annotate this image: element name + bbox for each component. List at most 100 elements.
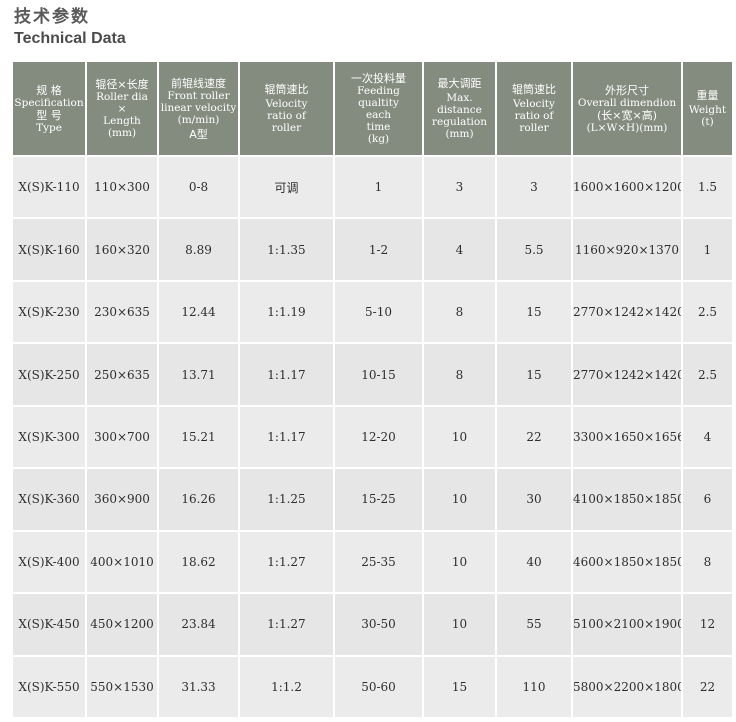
table-cell: 1:1.35 <box>238 217 335 282</box>
header-label: 一次投料量 <box>351 72 406 85</box>
header-label: linear velocity <box>160 101 237 114</box>
table-cell: 4600×1850×1850 <box>571 529 683 595</box>
table-cell: 1:1.27 <box>238 529 335 595</box>
table-cell: X(S)K-230 <box>11 279 87 345</box>
header-row: 规 格 Specification 型 号 Type 辊径×长度 Roller … <box>11 60 734 157</box>
header-label: (L×W×H)(mm) <box>586 121 668 134</box>
table-cell: 8 <box>422 342 497 407</box>
table-cell: X(S)K-360 <box>11 467 87 532</box>
table-cell: X(S)K-300 <box>11 404 87 470</box>
header-label: qualtity <box>358 97 399 109</box>
table-cell: X(S)K-110 <box>11 154 87 220</box>
technical-data-table: 规 格 Specification 型 号 Type 辊径×长度 Roller … <box>11 60 734 719</box>
table-cell: 12.44 <box>157 279 240 345</box>
header-label: (t) <box>701 116 714 128</box>
header-label: 前辊线速度 <box>171 76 226 90</box>
table-cell: 15 <box>495 342 573 407</box>
table-cell: 22 <box>495 404 573 470</box>
header-label: Velocity <box>265 98 308 110</box>
header-label: (mm) <box>445 128 474 140</box>
header-max-distance: 最大调距 Max. distance regulation (mm) <box>422 60 497 157</box>
table-cell: 15 <box>495 279 573 345</box>
table-cell: 2770×1242×1420 <box>571 342 683 407</box>
table-cell: 6 <box>681 467 734 532</box>
table-cell: 5-10 <box>333 279 424 345</box>
table-cell: 1 <box>333 154 424 220</box>
table-cell: 2.5 <box>681 342 734 407</box>
table-row: X(S)K-300 300×700 15.21 1:1.17 12-20 10 22 3300… <box>11 404 734 470</box>
table-cell: 2770×1242×1420 <box>571 279 683 345</box>
table-cell: X(S)K-250 <box>11 342 87 407</box>
table-cell: 10 <box>422 592 497 657</box>
table-cell: 450×1200 <box>85 592 159 657</box>
table-cell: 8 <box>422 279 497 345</box>
header-label: 规 格 <box>36 83 62 97</box>
table-row: X(S)K-160 160×320 8.89 1:1.35 1-2 4 5.5 1160×92… <box>11 217 734 282</box>
table-cell: 1 <box>681 217 734 282</box>
table-cell: 110×300 <box>85 154 159 220</box>
table-cell: 1:1.17 <box>238 404 335 470</box>
page-title-cn: 技术参数 <box>14 7 90 27</box>
table-cell: 3 <box>495 154 573 220</box>
header-label: (长×宽×高) <box>596 108 658 122</box>
table-cell: X(S)K-450 <box>11 592 87 657</box>
table-row: X(S)K-360 360×900 16.26 1:1.25 15-25 10 30 4100… <box>11 467 734 532</box>
table-cell: 3300×1650×1656 <box>571 404 683 470</box>
header-feeding-quantity: 一次投料量 Feeding qualtity each time (kg) <box>333 60 424 157</box>
table-cell: 13.71 <box>157 342 240 407</box>
table-cell: 2.5 <box>681 279 734 345</box>
table-cell: 10 <box>422 467 497 532</box>
header-label: regulation <box>432 116 487 128</box>
header-label: Max. <box>446 92 473 104</box>
header-label: ratio of <box>267 110 306 122</box>
header-label: roller <box>519 122 549 134</box>
table-row: X(S)K-110 110×300 0-8 可调 1 3 3 1600×1600×1200 1.… <box>11 154 734 220</box>
table-cell: 15 <box>422 654 497 719</box>
table-cell: 1:1.17 <box>238 342 335 407</box>
table-cell: 16.26 <box>157 467 240 532</box>
header-label: 辊筒速比 <box>512 83 556 96</box>
header-label: Velocity <box>513 98 555 110</box>
header-velocity-ratio: 辊筒速比 Velocity ratio of roller <box>238 60 335 157</box>
table-cell: 15.21 <box>157 404 240 470</box>
table-cell: 230×635 <box>85 279 159 345</box>
header-label: Front roller <box>167 89 230 102</box>
header-label: ratio of <box>514 110 554 122</box>
table-body: X(S)K-110 110×300 0-8 可调 1 3 3 1600×1600×1200 1.… <box>11 154 734 719</box>
table-cell: 31.33 <box>157 654 240 719</box>
header-label: each <box>365 109 392 121</box>
table-cell: 25-35 <box>333 529 424 595</box>
header-label: × <box>117 103 127 115</box>
table-cell: 300×700 <box>85 404 159 470</box>
table-cell: 0-8 <box>157 154 240 220</box>
header-weight: 重量 Weight (t) <box>681 60 734 157</box>
table-cell: 10 <box>422 404 497 470</box>
table-cell: 50-60 <box>333 654 424 719</box>
table-cell: 110 <box>495 654 573 719</box>
table-cell: 250×635 <box>85 342 159 407</box>
table-row: X(S)K-250 250×635 13.71 1:1.17 10-15 8 15 2770×… <box>11 342 734 407</box>
header-label: 外形尺寸 <box>605 83 649 97</box>
header-roller-dia-length: 辊径×长度 Roller dia × Length (mm) <box>85 60 159 157</box>
table-cell: 10-15 <box>333 342 424 407</box>
header-label: distance <box>437 104 482 116</box>
table-cell: 8.89 <box>157 217 240 282</box>
table-cell: 360×900 <box>85 467 159 532</box>
table-cell: 4100×1850×1850 <box>571 467 683 532</box>
header-label: 重量 <box>696 89 719 102</box>
table-cell: 160×320 <box>85 217 159 282</box>
header-label: A型 <box>189 127 208 141</box>
table-cell: 10 <box>422 529 497 595</box>
table-cell: 22 <box>681 654 734 719</box>
table-row: X(S)K-450 450×1200 23.84 1:1.27 30-50 10 55 510… <box>11 592 734 657</box>
table-cell: 30 <box>495 467 573 532</box>
header-label: Specification <box>14 96 84 109</box>
header-label: time <box>366 121 391 133</box>
table-cell: 4 <box>422 217 497 282</box>
header-label: 辊径×长度 <box>95 78 149 91</box>
table-cell: 1:1.27 <box>238 592 335 657</box>
table-cell: 15-25 <box>333 467 424 532</box>
table-cell: 1:1.19 <box>238 279 335 345</box>
table-cell: 23.84 <box>157 592 240 657</box>
table-cell: 40 <box>495 529 573 595</box>
